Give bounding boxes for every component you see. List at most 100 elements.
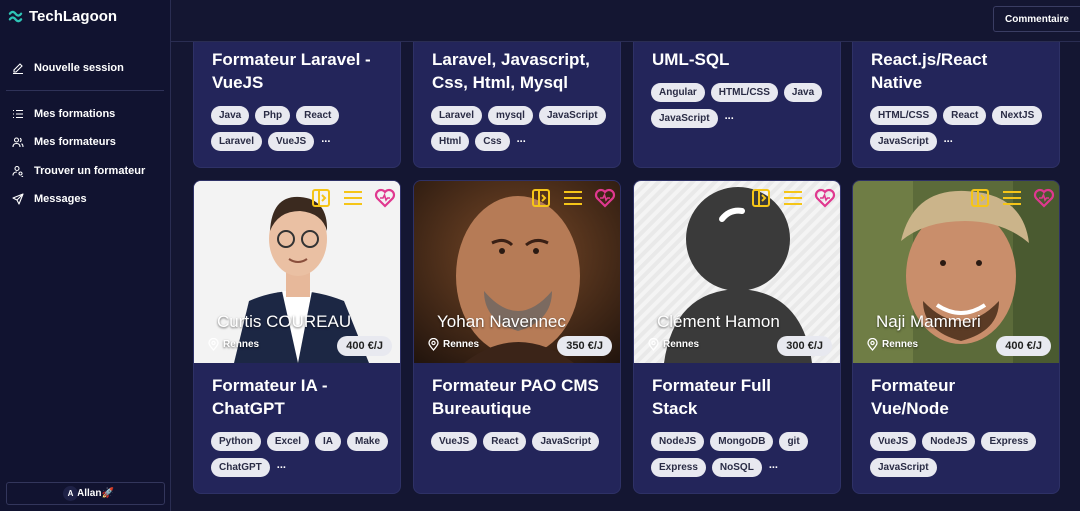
trainer-city: Rennes — [443, 339, 480, 350]
techlagoon-logo-icon — [8, 10, 23, 23]
open-panel-icon[interactable] — [750, 187, 772, 209]
tag: Css — [475, 132, 510, 151]
trainer-photo: Clément Hamon Rennes 300 €/J — [634, 181, 840, 363]
edit-icon — [13, 63, 23, 74]
more-tags: ... — [321, 133, 331, 145]
more-tags: ... — [724, 110, 734, 122]
tag: JavaScript — [651, 109, 718, 128]
map-pin-icon — [428, 338, 439, 351]
course-card[interactable]: Formateur Laravel - VueJS Java Php React… — [193, 20, 401, 168]
heart-icon[interactable] — [814, 187, 836, 209]
tag: Java — [783, 83, 823, 102]
tag-list: VueJS NodeJS Express JavaScript — [870, 432, 1055, 477]
tag-list: Angular HTML/CSS Java JavaScript ... — [651, 83, 836, 128]
course-title: React.js/React Native — [871, 50, 988, 92]
map-pin-icon — [867, 338, 878, 351]
tag: NodeJS — [651, 432, 705, 451]
tag: VueJS — [870, 432, 917, 451]
tag: React — [943, 106, 987, 125]
heart-icon[interactable] — [1033, 187, 1055, 209]
sidebar: TechLagoon Nouvelle session Mes formatio… — [0, 0, 171, 511]
more-tags: ... — [943, 133, 953, 145]
heart-icon[interactable] — [594, 187, 616, 209]
trainer-card[interactable]: Yohan Navennec Rennes 350 €/J Formateur … — [413, 180, 621, 494]
course-title: Formateur PAO CMS Bureautique — [432, 376, 599, 418]
avatar: A — [63, 486, 78, 501]
card-actions — [530, 187, 616, 209]
trainer-name: Yohan Navennec — [437, 312, 566, 331]
nav-trouver-formateur[interactable]: Trouver un formateur — [12, 165, 145, 177]
trainer-location: Rennes — [647, 338, 699, 351]
menu-icon[interactable] — [562, 187, 584, 209]
nav-mes-formateurs-label: Mes formateurs — [34, 136, 116, 148]
nav-new-session-label: Nouvelle session — [34, 62, 124, 74]
tag: VueJS — [268, 132, 315, 151]
nav-messages[interactable]: Messages — [12, 193, 87, 205]
menu-icon[interactable] — [782, 187, 804, 209]
trainer-card[interactable]: Naji Mammeri Rennes 400 €/J Formateur Vu… — [852, 180, 1060, 494]
tag: Express — [981, 432, 1037, 451]
menu-icon[interactable] — [342, 187, 364, 209]
tag-list: Java Php React Laravel VueJS ... — [211, 106, 396, 151]
trainer-name: Curtis COUREAU — [217, 312, 352, 331]
tag: mysql — [488, 106, 533, 125]
user-name: Allan🚀 — [77, 488, 114, 499]
trainer-name: Naji Mammeri — [876, 312, 981, 331]
tag: MongoDB — [710, 432, 774, 451]
more-tags: ... — [768, 459, 778, 471]
trainer-price: 400 €/J — [337, 336, 392, 356]
nav-mes-formateurs[interactable]: Mes formateurs — [12, 136, 116, 148]
top-bar: Commentaire — [171, 0, 1080, 42]
tag: HTML/CSS — [710, 83, 778, 102]
tag: Make — [347, 432, 389, 451]
nav-new-session[interactable]: Nouvelle session — [12, 62, 124, 74]
trainer-card[interactable]: Clément Hamon Rennes 300 €/J Formateur F… — [633, 180, 841, 494]
nav-mes-formations[interactable]: Mes formations — [12, 108, 115, 120]
tag: NoSQL — [711, 458, 762, 477]
more-tags: ... — [276, 459, 286, 471]
course-card[interactable]: React.js/React Native HTML/CSS React Nex… — [852, 20, 1060, 168]
course-title: Formateur IA - ChatGPT — [212, 376, 328, 418]
tag: JavaScript — [538, 106, 606, 125]
tag: Laravel — [211, 132, 263, 151]
tag: NodeJS — [922, 432, 976, 451]
tag: ChatGPT — [211, 458, 270, 477]
nav-mes-formations-label: Mes formations — [34, 108, 116, 120]
course-card[interactable]: UML-SQL Angular HTML/CSS Java JavaScript… — [633, 20, 841, 168]
map-pin-icon — [208, 338, 219, 351]
trainer-city: Rennes — [882, 339, 919, 350]
open-panel-icon[interactable] — [310, 187, 332, 209]
user-search-icon — [12, 165, 24, 177]
trainer-card[interactable]: Curtis COUREAU Rennes 400 €/J Formateur … — [193, 180, 401, 494]
more-tags: ... — [516, 133, 526, 145]
list-icon — [13, 109, 23, 119]
card-actions — [750, 187, 836, 209]
course-title: Laravel, Javascript, Css, Html, Mysql — [432, 50, 590, 92]
comment-button[interactable]: Commentaire — [993, 6, 1080, 32]
nav-trouver-formateur-label: Trouver un formateur — [34, 165, 146, 177]
card-actions — [310, 187, 396, 209]
course-title: Formateur Laravel - VueJS — [212, 50, 371, 92]
tag: git — [779, 432, 808, 451]
course-card[interactable]: Laravel, Javascript, Css, Html, Mysql La… — [413, 20, 621, 168]
tag: IA — [315, 432, 342, 451]
user-menu[interactable]: A Allan🚀 — [6, 482, 165, 505]
open-panel-icon[interactable] — [969, 187, 991, 209]
tag: Java — [211, 106, 250, 125]
trainer-photo: Naji Mammeri Rennes 400 €/J — [853, 181, 1059, 363]
trainer-location: Rennes — [207, 338, 259, 351]
nav-messages-label: Messages — [34, 193, 87, 205]
trainer-city: Rennes — [663, 339, 700, 350]
tag: Laravel — [431, 106, 483, 125]
tag-list: NodeJS MongoDB git Express NoSQL ... — [651, 432, 836, 477]
menu-icon[interactable] — [1001, 187, 1023, 209]
trainer-price: 350 €/J — [557, 336, 612, 356]
tag: Excel — [266, 432, 310, 451]
map-pin-icon — [648, 338, 659, 351]
tag-list: Laravel mysql JavaScript Html Css ... — [431, 106, 616, 151]
heart-icon[interactable] — [374, 187, 396, 209]
logo[interactable]: TechLagoon — [8, 8, 117, 25]
open-panel-icon[interactable] — [530, 187, 552, 209]
tag: Html — [431, 132, 470, 151]
trainer-photo: Yohan Navennec Rennes 350 €/J — [414, 181, 620, 363]
